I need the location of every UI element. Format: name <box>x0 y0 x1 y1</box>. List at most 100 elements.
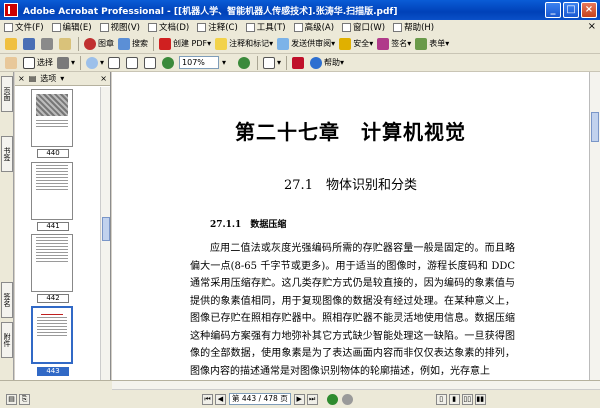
comment-icon <box>197 22 207 32</box>
create-pdf-button[interactable]: 创建 PDF ▾ <box>158 36 212 51</box>
menu-advanced[interactable]: 高级(A) <box>290 20 338 34</box>
panel-close-icon[interactable]: × <box>18 74 25 83</box>
paragraph-text: 应用二值法或灰度光强编码所需的存贮器容量一般是固定的。而且略偏大一点(8-65 … <box>190 243 515 377</box>
thumbnail-scrollbar[interactable] <box>100 87 110 380</box>
folder-open-icon <box>5 37 17 50</box>
menu-comments[interactable]: 注释(C) <box>193 20 242 34</box>
actual-size-button[interactable] <box>107 55 123 70</box>
scrollbar-thumb[interactable] <box>591 112 599 142</box>
minimize-button[interactable]: _ <box>545 2 561 18</box>
rotate-button[interactable]: ▾ <box>262 55 282 70</box>
main-toolbar: 图章 搜索 创建 PDF ▾ 注释和标记 ▾ 发送供审阅 ▾ 安全 ▾ 签名 ▾ 表单 ▾ <box>0 34 600 54</box>
panel-collapse-icon[interactable]: × <box>100 74 107 83</box>
tab-attachments[interactable]: 附件 <box>1 322 13 358</box>
snapshot-button[interactable]: ▾ <box>56 55 76 70</box>
menu-file[interactable]: 文件(F) <box>0 20 48 34</box>
attachment-icon[interactable]: ⎘ <box>19 393 30 405</box>
binoculars-icon <box>118 37 130 50</box>
menu-help[interactable]: 帮助(H) <box>389 20 438 34</box>
create-pdf-label: 创建 PDF <box>173 39 208 48</box>
continuous-icon[interactable]: ▮ <box>448 393 460 405</box>
page-number-field[interactable]: 第 443 / 478 页 <box>229 393 291 405</box>
facing-icon[interactable]: ▯▯ <box>461 393 473 405</box>
yahoo-button[interactable] <box>291 55 307 70</box>
menu-edit[interactable]: 编辑(E) <box>48 20 96 34</box>
toolbar-separator <box>78 36 79 51</box>
thumbnail-page-selected[interactable] <box>31 306 73 364</box>
select-tool-button[interactable]: 选择 <box>22 55 54 70</box>
page-navigation: ▤ ⎘ ⏮ ◀ 第 443 / 478 页 ▶ ⏭ ▯ ▮ ▯▯ ▮▮ <box>0 391 600 407</box>
comment-markup-button[interactable]: 注释和标记 ▾ <box>214 36 274 51</box>
fit-page-icon <box>126 56 139 69</box>
options-icon[interactable]: ▤ <box>29 74 37 83</box>
fit-page-button[interactable] <box>125 55 141 70</box>
zoom-level-input[interactable]: 107% <box>179 56 220 69</box>
stamp-button[interactable]: 图章 <box>83 36 115 51</box>
window-icon <box>342 22 352 32</box>
fit-width-button[interactable] <box>143 55 159 70</box>
search-button[interactable]: 搜索 <box>117 36 149 51</box>
tab-pages[interactable]: 页面 <box>1 76 13 112</box>
stamp-label: 图章 <box>98 39 114 48</box>
options-label[interactable]: 选项 <box>40 73 56 84</box>
create-pdf-icon <box>159 37 171 50</box>
continuous-facing-icon[interactable]: ▮▮ <box>474 393 486 405</box>
secure-button[interactable]: 安全 ▾ <box>338 36 374 51</box>
subsection-title: 27.1.1 数据压缩 <box>210 220 287 230</box>
menu-tools[interactable]: 工具(T) <box>242 20 290 34</box>
thumbnail-page[interactable] <box>31 162 73 220</box>
tab-bookmarks[interactable]: 书签 <box>1 136 13 172</box>
options-dropdown-icon[interactable]: ▾ <box>60 74 64 83</box>
tab-signatures[interactable]: 签名 <box>1 282 13 318</box>
menu-advanced-label: 高级(A) <box>304 23 335 33</box>
zoom-in-button[interactable] <box>237 55 253 70</box>
next-page-button[interactable]: ▶ <box>293 393 305 405</box>
view-icon <box>99 22 109 32</box>
thumbnails-panel: × ▤ 选项 ▾ × 440 441 442 443 <box>15 72 111 380</box>
page-size-icon[interactable]: ▤ <box>6 393 17 405</box>
forms-button[interactable]: 表单 ▾ <box>414 36 450 51</box>
menu-document[interactable]: 文档(D) <box>144 20 193 34</box>
toolbar-separator <box>153 36 154 51</box>
scrollbar-thumb[interactable] <box>102 217 110 241</box>
menu-window[interactable]: 窗口(W) <box>338 20 389 34</box>
navigation-tabs: 页面 书签 签名 附件 <box>0 72 14 380</box>
send-review-button[interactable]: 发送供审阅 ▾ <box>276 36 336 51</box>
open-button[interactable] <box>4 36 20 51</box>
cursor-text-icon <box>23 56 35 69</box>
last-page-button[interactable]: ⏭ <box>306 393 318 405</box>
thumbnail-page[interactable] <box>31 234 73 292</box>
hand-tool-button[interactable] <box>4 55 20 70</box>
document-close-icon[interactable]: × <box>588 21 596 32</box>
close-button[interactable]: × <box>581 2 597 18</box>
horizontal-scrollbar[interactable] <box>112 381 600 390</box>
status-bar: ▤ ⎘ ⏮ ◀ 第 443 / 478 页 ▶ ⏭ ▯ ▮ ▯▯ ▮▮ <box>0 380 600 408</box>
zoom-dropdown[interactable]: ▾ <box>221 55 235 70</box>
sign-label: 签名 <box>391 39 408 48</box>
help-icon <box>393 22 403 32</box>
email-button[interactable] <box>58 36 74 51</box>
help-label: 帮助 <box>324 58 341 67</box>
document-view[interactable]: 第二十七章 计算机视觉 27.1 物体识别和分类 27.1.1 数据压缩 应用二… <box>112 72 589 380</box>
secure-label: 安全 <box>353 39 370 48</box>
previous-view-icon[interactable] <box>326 393 338 405</box>
zoom-tool-button[interactable]: ▾ <box>85 55 105 70</box>
sign-button[interactable]: 签名 ▾ <box>376 36 412 51</box>
print-button[interactable] <box>40 36 56 51</box>
first-page-button[interactable]: ⏮ <box>202 393 213 405</box>
toolbar-separator <box>286 55 288 70</box>
chapter-title: 第二十七章 计算机视觉 <box>235 120 466 144</box>
help-button[interactable]: 帮助 ▾ <box>309 55 345 70</box>
save-button[interactable] <box>22 36 38 51</box>
help-circle-icon <box>310 56 323 69</box>
thumbnail-label: 440 <box>37 149 69 158</box>
previous-page-button[interactable]: ◀ <box>215 393 226 405</box>
zoom-out-button[interactable] <box>161 55 177 70</box>
next-view-icon[interactable] <box>341 393 353 405</box>
single-page-icon[interactable]: ▯ <box>435 393 447 405</box>
document-scrollbar[interactable] <box>589 72 600 380</box>
thumbnail-page[interactable] <box>31 89 73 147</box>
menu-view[interactable]: 视图(V) <box>96 20 144 34</box>
menu-view-label: 视图(V) <box>110 23 140 33</box>
maximize-button[interactable]: □ <box>563 2 579 18</box>
